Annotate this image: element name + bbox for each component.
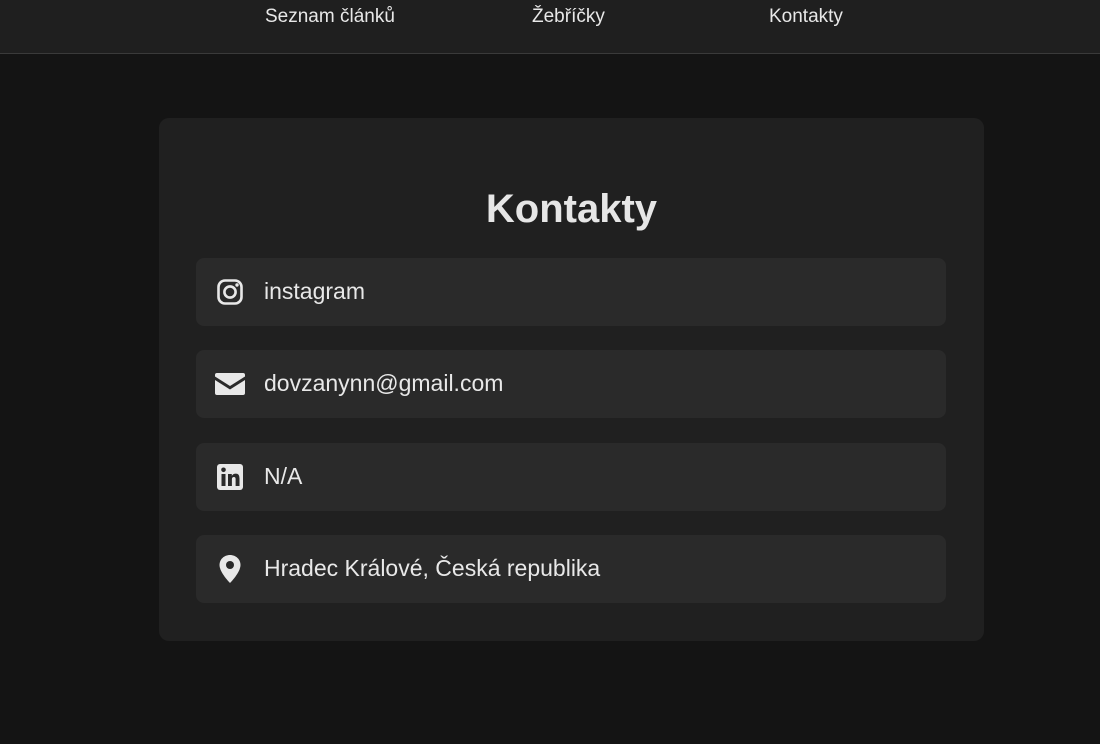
contact-row-location: Hradec Králové, Česká republika xyxy=(196,535,946,603)
location-text: Hradec Králové, Česká republika xyxy=(264,555,601,581)
instagram-icon[interactable] xyxy=(214,276,246,308)
contact-row-linkedin: N/A xyxy=(196,443,946,511)
contact-row-instagram: instagram xyxy=(196,258,946,326)
nav-link-zebricky[interactable]: Žebříčky xyxy=(532,6,605,28)
instagram-link[interactable]: instagram xyxy=(264,258,365,324)
contacts-card: Kontakty instagram dovzanynn@gmail.com N… xyxy=(159,118,984,641)
envelope-icon xyxy=(214,368,246,400)
nav-link-kontakty[interactable]: Kontakty xyxy=(769,6,843,28)
email-address: dovzanynn@gmail.com xyxy=(264,370,504,396)
location-pin-icon xyxy=(214,553,246,585)
page-title: Kontakty xyxy=(485,187,658,231)
contact-row-email: dovzanynn@gmail.com xyxy=(196,350,946,418)
top-navigation: Seznam článků Žebříčky Kontakty xyxy=(0,0,1100,54)
linkedin-icon xyxy=(214,461,246,493)
linkedin-value: N/A xyxy=(264,463,303,489)
nav-link-seznam-clanku[interactable]: Seznam článků xyxy=(265,6,395,28)
